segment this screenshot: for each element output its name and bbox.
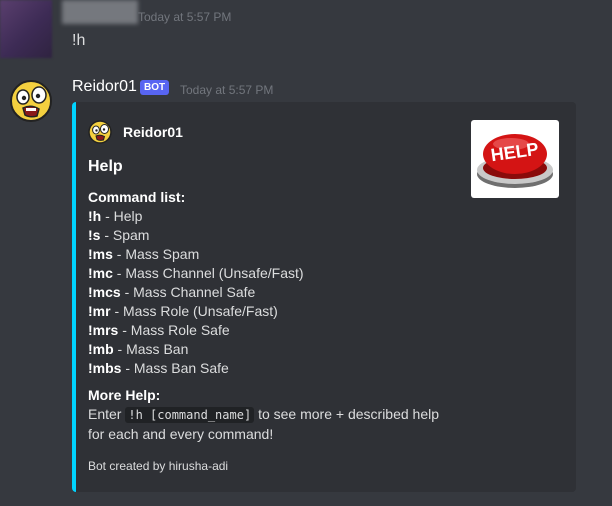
more-help-prefix: Enter	[88, 406, 126, 422]
command-name: !mbs	[88, 360, 122, 376]
command-name: !mrs	[88, 322, 119, 338]
command-row: !mcs - Mass Channel Safe	[88, 283, 468, 302]
command-name: !mr	[88, 303, 111, 319]
command-description: - Mass Channel Safe	[120, 284, 256, 300]
command-row: !mc - Mass Channel (Unsafe/Fast)	[88, 264, 468, 283]
embed-thumbnail[interactable]: HELP	[471, 120, 559, 198]
command-name: !mb	[88, 341, 114, 357]
command-description: - Mass Role Safe	[118, 322, 230, 338]
more-help-line-2: for each and every command!	[88, 426, 274, 442]
help-button-icon: HELP	[477, 134, 553, 188]
command-name: !h	[88, 208, 102, 224]
command-list: !h - Help !s - Spam !ms - Mass Spam !mc - M…	[88, 207, 468, 378]
more-help-line: Enter !h [command_name] to see more + de…	[88, 405, 468, 425]
command-row: !mbs - Mass Ban Safe	[88, 359, 468, 378]
user-avatar[interactable]	[0, 0, 52, 58]
command-description: - Spam	[100, 227, 150, 243]
command-description: - Mass Channel (Unsafe/Fast)	[112, 265, 304, 281]
embed-author-icon	[88, 120, 112, 144]
command-description: - Mass Role (Unsafe/Fast)	[110, 303, 278, 319]
embed-title: Help	[88, 158, 123, 175]
inline-code: !h [command_name]	[125, 407, 255, 423]
bot-avatar-icon[interactable]	[10, 80, 52, 122]
message-text: !h	[72, 32, 86, 49]
command-name: !mcs	[88, 284, 121, 300]
command-row: !mrs - Mass Role Safe	[88, 321, 468, 340]
bot-badge: BOT	[140, 80, 170, 95]
command-name: !mc	[88, 265, 113, 281]
command-row: !ms - Mass Spam	[88, 245, 468, 264]
command-row: !mr - Mass Role (Unsafe/Fast)	[88, 302, 468, 321]
embed-footer: Bot created by hirusha-adi	[88, 459, 229, 473]
message-timestamp: Today at 5:57 PM	[180, 83, 274, 97]
more-help-suffix: to see more + described help	[254, 406, 440, 422]
command-name: !s	[88, 227, 101, 243]
command-description: - Mass Spam	[112, 246, 200, 262]
command-row: !mb - Mass Ban	[88, 340, 468, 359]
command-description: - Mass Ban	[113, 341, 189, 357]
more-help-heading: More Help:	[88, 387, 161, 403]
command-list-heading: Command list:	[88, 189, 186, 205]
bot-username[interactable]: Reidor01	[72, 78, 137, 96]
command-description: - Help	[101, 208, 143, 224]
command-row: !s - Spam	[88, 226, 468, 245]
command-description: - Mass Ban Safe	[121, 360, 229, 376]
message-timestamp: Today at 5:57 PM	[138, 10, 232, 24]
command-name: !ms	[88, 246, 113, 262]
embed-description: Command list: !h - Help !s - Spam !ms - Ma…	[88, 188, 468, 444]
command-row: !h - Help	[88, 207, 468, 226]
embed-author-name[interactable]: Reidor01	[123, 124, 183, 140]
username-redacted[interactable]	[62, 0, 138, 24]
